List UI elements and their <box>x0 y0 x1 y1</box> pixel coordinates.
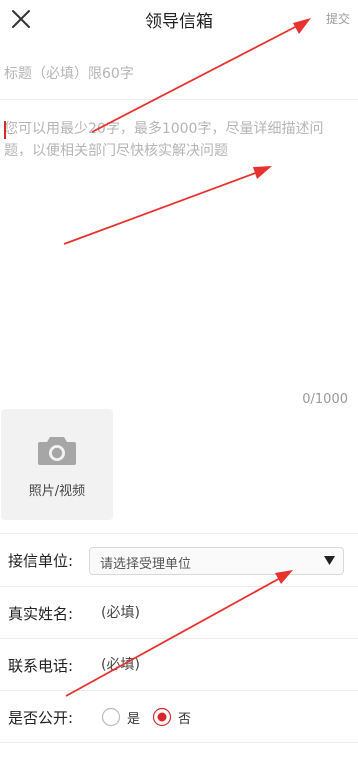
recipient-select[interactable]: 请选择受理单位 <box>89 547 344 575</box>
public-yes-radio[interactable] <box>101 707 121 727</box>
recipient-row: 接信单位: 请选择受理单位 <box>0 534 358 586</box>
char-counter: 0/1000 <box>302 392 348 407</box>
public-no-label: 否 <box>178 712 192 727</box>
public-row: 是否公开: 是 否 <box>0 691 358 743</box>
name-row: 真实姓名: <box>0 587 358 639</box>
phone-row: 联系电话: <box>0 639 358 691</box>
title-input[interactable] <box>4 62 344 86</box>
phone-input[interactable] <box>101 653 341 677</box>
public-yes-label: 是 <box>127 712 141 727</box>
close-button[interactable] <box>10 8 32 30</box>
submit-button[interactable]: 提交 <box>326 10 350 27</box>
divider <box>0 742 358 743</box>
divider <box>0 99 358 100</box>
dropdown-arrow-icon <box>324 556 335 565</box>
public-no-radio[interactable] <box>152 707 172 727</box>
radio-checked-icon <box>152 707 172 727</box>
top-bar: 领导信箱 提交 <box>0 0 358 40</box>
add-media-button[interactable]: 照片/视频 <box>1 409 113 520</box>
radio-unchecked-icon <box>101 707 121 727</box>
close-icon <box>12 10 30 28</box>
text-cursor <box>4 121 6 139</box>
camera-icon <box>38 437 76 465</box>
name-input[interactable] <box>101 601 341 625</box>
name-label: 真实姓名: <box>8 605 74 623</box>
content-textarea[interactable] <box>4 118 350 388</box>
recipient-label: 接信单位: <box>8 552 74 570</box>
page-title: 领导信箱 <box>145 12 213 32</box>
public-label: 是否公开: <box>8 709 74 727</box>
recipient-select-text: 请选择受理单位 <box>100 557 192 572</box>
media-label: 照片/视频 <box>28 484 86 499</box>
phone-label: 联系电话: <box>8 657 74 675</box>
